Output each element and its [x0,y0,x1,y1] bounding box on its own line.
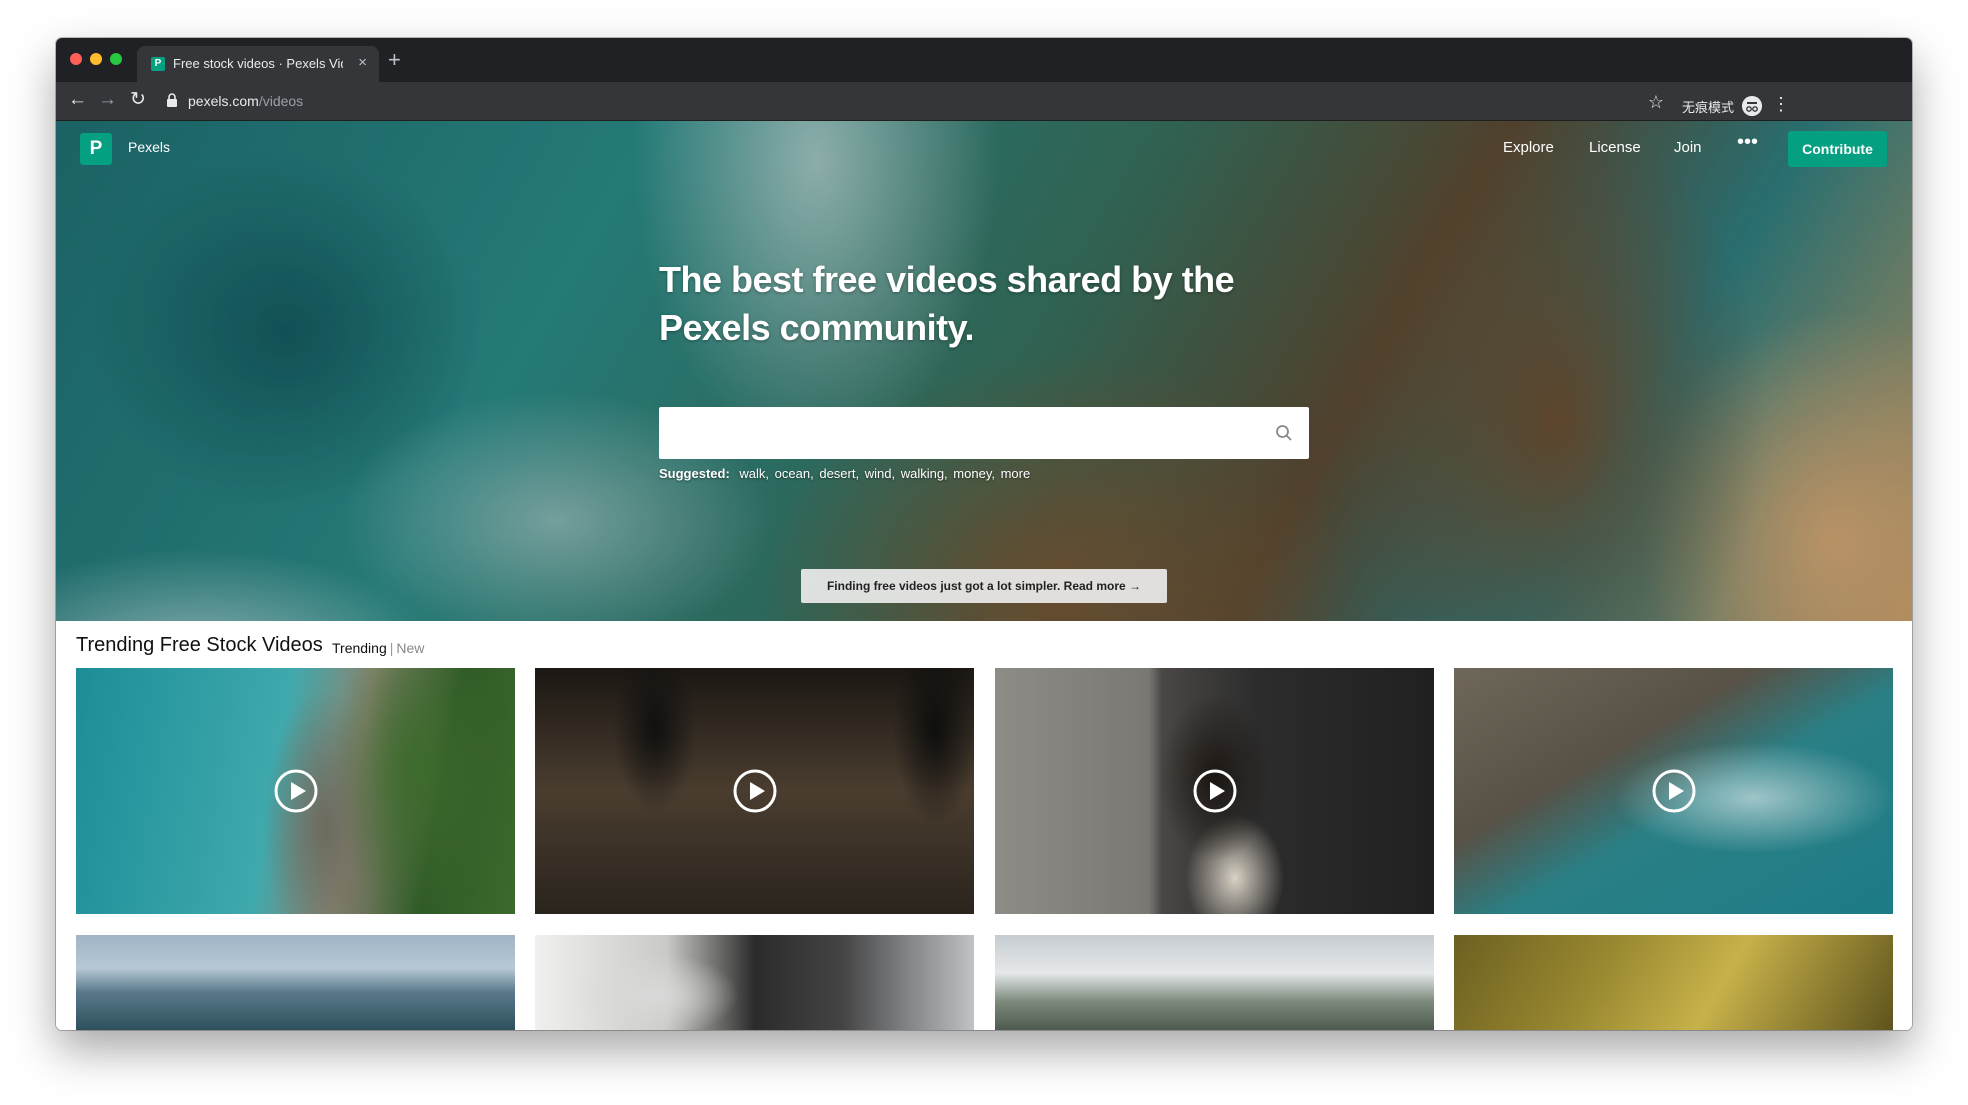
hero-overlay [56,121,1912,621]
video-thumbnail[interactable] [535,668,974,914]
video-thumbnail[interactable] [535,935,974,1030]
browser-toolbar: ← → ↻ pexels.com/videos ☆ 无痕模式 ⋮ [56,82,1912,121]
hero-headline: The best free videos shared by the Pexel… [659,259,1235,348]
page-content: P Pexels Explore License Join ••• Contri… [56,121,1912,1030]
video-thumbnail[interactable] [995,668,1434,914]
video-thumbnail[interactable] [76,935,515,1030]
brand-name[interactable]: Pexels [128,139,170,155]
nav-explore-link[interactable]: Explore [1503,139,1554,156]
search-box [659,407,1309,459]
play-icon[interactable] [733,769,777,813]
suggestion-wind[interactable]: wind, [865,466,895,481]
browser-tab[interactable]: P Free stock videos · Pexels Videos × [137,46,379,82]
new-tab-button[interactable]: + [388,46,401,74]
suggestion-money[interactable]: money, [953,466,995,481]
read-more-notice[interactable]: Finding free videos just got a lot simpl… [801,569,1167,603]
play-icon[interactable] [1652,769,1696,813]
trending-tabs: Trending | New [332,640,424,656]
suggestion-walking[interactable]: walking, [901,466,948,481]
browser-window: P Free stock videos · Pexels Videos × + … [56,38,1912,1030]
lock-icon [167,93,177,107]
tab-trending[interactable]: Trending [332,640,387,656]
back-arrow-icon[interactable]: ← [68,88,87,112]
play-icon[interactable] [1193,769,1237,813]
star-icon[interactable]: ☆ [1648,92,1664,113]
search-input[interactable] [659,407,1259,459]
tab-close-icon[interactable]: × [358,54,367,71]
video-thumbnail[interactable] [76,668,515,914]
video-thumbnail[interactable] [1454,668,1893,914]
tab-new[interactable]: New [396,640,424,656]
section-title: Trending Free Stock Videos [76,634,323,656]
suggestion-ocean[interactable]: ocean, [775,466,814,481]
incognito-icon[interactable] [1742,96,1762,116]
url-text: pexels.com/videos [188,93,303,109]
url-path: /videos [258,93,304,109]
video-thumbnail[interactable] [1454,935,1893,1030]
suggestion-more[interactable]: more [1001,466,1031,481]
hero-banner: P Pexels Explore License Join ••• Contri… [56,121,1912,621]
pexels-logo-icon[interactable]: P [80,133,112,165]
nav-license-link[interactable]: License [1589,139,1641,156]
nav-join-link[interactable]: Join [1674,139,1702,156]
play-icon[interactable] [274,769,318,813]
suggestion-desert[interactable]: desert, [819,466,859,481]
menu-dots-icon[interactable]: ⋮ [1772,94,1790,115]
minimize-window-button[interactable] [90,53,102,65]
contribute-button[interactable]: Contribute [1788,131,1887,167]
tab-title: Free stock videos · Pexels Videos [173,56,343,71]
reload-icon[interactable]: ↻ [130,88,146,112]
maximize-window-button[interactable] [110,53,122,65]
video-thumbnail[interactable] [995,935,1434,1030]
tab-separator: | [389,640,394,656]
url-host: pexels.com [188,93,259,109]
suggestion-walk[interactable]: walk, [739,466,769,481]
tab-favicon-icon: P [151,57,165,71]
suggested-searches: Suggested: walk, ocean, desert, wind, wa… [659,466,1032,481]
incognito-label: 无痕模式 [1681,100,1734,115]
trending-header: Trending Free Stock Videos Trending | New [76,634,424,657]
forward-arrow-icon[interactable]: → [98,88,117,112]
more-menu-icon[interactable]: ••• [1737,131,1758,154]
address-bar[interactable]: pexels.com/videos ☆ 无痕模式 ⋮ [166,87,1806,116]
tab-bar: P Free stock videos · Pexels Videos × + [56,38,1912,82]
suggested-label: Suggested: [659,466,730,481]
close-window-button[interactable] [70,53,82,65]
search-icon[interactable] [1275,424,1293,442]
